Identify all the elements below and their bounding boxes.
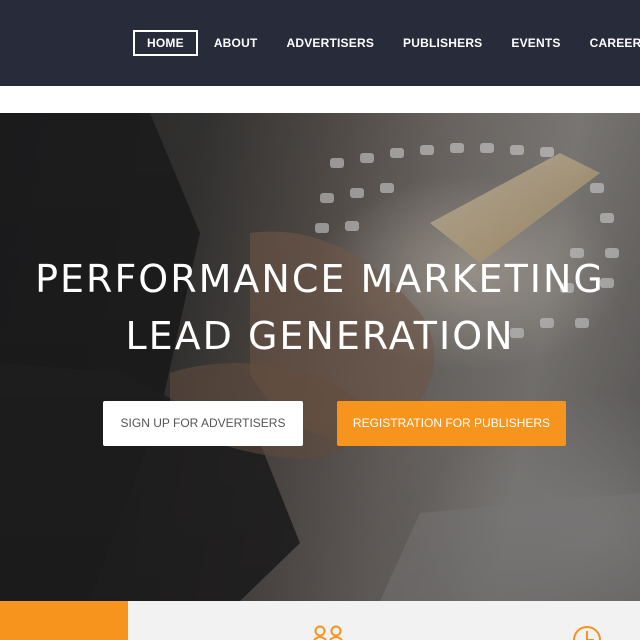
hero-banner: PERFORMANCE MARKETING LEAD GENERATION SI… — [0, 113, 640, 601]
main-nav: HOME ABOUT ADVERTISERS PUBLISHERS EVENTS… — [133, 30, 640, 56]
orange-feature-block — [0, 601, 128, 640]
nav-home[interactable]: HOME — [133, 30, 198, 56]
nav-events[interactable]: EVENTS — [511, 32, 560, 54]
nav-advertisers[interactable]: ADVERTISERS — [286, 32, 374, 54]
nav-careers[interactable]: CAREERS — [590, 32, 640, 54]
nav-publishers[interactable]: PUBLISHERS — [403, 32, 482, 54]
site-header: HOME ABOUT ADVERTISERS PUBLISHERS EVENTS… — [0, 0, 640, 86]
people-icon — [313, 625, 343, 640]
hero-title-line2: LEAD GENERATION — [125, 314, 515, 359]
hero-title-line1: PERFORMANCE MARKETING — [35, 257, 605, 302]
signup-advertisers-button[interactable]: SIGN UP FOR ADVERTISERS — [103, 401, 303, 446]
nav-about[interactable]: ABOUT — [214, 32, 258, 54]
features-strip — [0, 601, 640, 640]
register-publishers-button[interactable]: REGISTRATION FOR PUBLISHERS — [337, 401, 566, 446]
clock-icon — [573, 626, 601, 640]
